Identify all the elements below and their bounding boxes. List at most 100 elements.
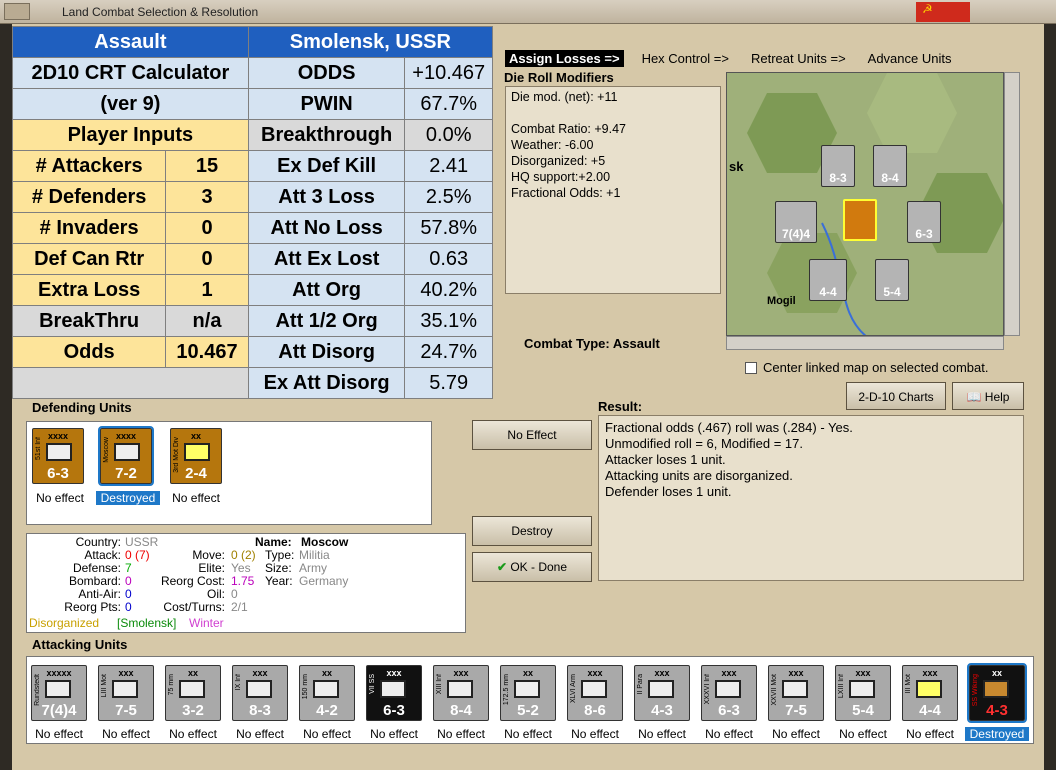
unit-type-icon [514, 680, 540, 698]
unit-name: 150 mm [302, 674, 309, 700]
calc-result-value: 2.41 [404, 150, 493, 182]
att-unit[interactable]: xx SS Wiking 4-3 [967, 663, 1027, 723]
map-unit-ix[interactable]: 8-3 [821, 145, 855, 187]
calc-result-value: 5.79 [404, 367, 493, 399]
calc-input-value[interactable]: 1 [165, 274, 249, 306]
calc-input-value[interactable]: 3 [165, 181, 249, 213]
calc-input-value[interactable]: 0 [165, 243, 249, 275]
status-location: [Smolensk] [117, 616, 177, 630]
map-unit-xiii[interactable]: 8-4 [873, 145, 907, 187]
center-map-checkbox[interactable] [745, 362, 757, 374]
reorg-pts-label: Reorg Pts: [64, 600, 121, 614]
att-unit-status: No effect [169, 727, 217, 741]
calc-result-label: Att 1/2 Org [247, 305, 406, 337]
att-unit-status: No effect [437, 727, 485, 741]
ussr-flag-icon: ☭ [916, 2, 970, 22]
unit-name: 172.5 mm [503, 674, 510, 706]
att-unit[interactable]: xxx LXIII Inf 5-4 [835, 665, 891, 721]
unit-type-icon [849, 680, 875, 698]
calc-input-value[interactable]: 15 [165, 150, 249, 182]
unit-stats: 6-3 [47, 465, 69, 482]
att-unit[interactable]: xxx LIII Mot 7-5 [98, 665, 154, 721]
map-unit-rundstedt[interactable]: 7(4)4 [775, 201, 817, 243]
att-unit[interactable]: xxx XIII Inf 8-4 [433, 665, 489, 721]
map-unit-stats: 5-4 [883, 285, 901, 299]
att-unit[interactable]: xxx XXXVI Inf 6-3 [701, 665, 757, 721]
map-unit-iii-mot[interactable]: 4-4 [809, 259, 847, 301]
att-unit[interactable]: xxxxx Rundstedt 7(4)4 [31, 665, 87, 721]
att-unit[interactable]: xx 150 mm 4-2 [299, 665, 355, 721]
die-roll-line: Combat Ratio: +9.47 [511, 122, 626, 136]
map-unit-lxiii[interactable]: 5-4 [875, 259, 909, 301]
unit-stats: 6-3 [383, 702, 405, 719]
unit-stats: 6-3 [718, 702, 740, 719]
unit-name: XIII Inf [436, 674, 443, 695]
defending-units-panel [26, 421, 432, 525]
att-unit-status: No effect [772, 727, 820, 741]
att-unit[interactable]: xxx II Para 4-3 [634, 665, 690, 721]
die-roll-panel: Die mod. (net): +11 Combat Ratio: +9.47 … [505, 86, 721, 294]
tab-retreat-units[interactable]: Retreat Units => [747, 50, 850, 67]
unit-type-icon [916, 680, 942, 698]
bombard-value: 0 [125, 574, 132, 588]
def-unit-51st[interactable]: xxxx 51st Inf 6-3 [32, 428, 84, 484]
unit-type-icon [179, 680, 205, 698]
move-label: Move: [192, 548, 225, 562]
att-unit[interactable]: xx 75 mm 3-2 [165, 665, 221, 721]
mini-map[interactable]: sk Mogil 8-3 8-4 7(4)4 6-3 4-4 5-4 [726, 72, 1004, 336]
map-unit-xxxvi[interactable]: 6-3 [907, 201, 941, 243]
calc-result-value: 24.7% [404, 336, 493, 368]
combat-explosion-icon[interactable] [843, 199, 877, 241]
map-scrollbar-h[interactable] [726, 336, 1004, 350]
no-effect-button[interactable]: No Effect [472, 420, 592, 450]
die-roll-title: Die Roll Modifiers [504, 70, 614, 85]
calc-result-value: 57.8% [404, 212, 493, 244]
calc-result-value: +10.467 [404, 57, 493, 89]
map-scrollbar-v[interactable] [1004, 72, 1020, 336]
calc-input-value[interactable]: 0 [165, 212, 249, 244]
def-unit-3rd-mot[interactable]: xx 3rd Mot Div 2-4 [170, 428, 222, 484]
att-unit[interactable]: xxx VII SS 6-3 [366, 665, 422, 721]
charts-button[interactable]: 2-D-10 Charts [846, 382, 946, 410]
map-label-mogilev: Mogil [767, 295, 796, 307]
elite-label: Elite: [198, 561, 225, 575]
unit-type-icon [246, 680, 272, 698]
unit-stats: 4-3 [651, 702, 673, 719]
calc-input-label: # Attackers [11, 150, 167, 182]
unit-name: 75 mm [168, 674, 175, 696]
map-label-smolensk: sk [729, 159, 744, 174]
die-roll-line: Fractional Odds: +1 [511, 186, 621, 200]
map-unit-stats: 8-3 [829, 171, 847, 185]
system-menu-button[interactable] [4, 3, 30, 20]
destroy-button[interactable]: Destroy [472, 516, 592, 546]
result-line: Attacker loses 1 unit. [605, 452, 726, 467]
tab-advance-units[interactable]: Advance Units [864, 50, 956, 67]
att-unit[interactable]: xx 172.5 mm 5-2 [500, 665, 556, 721]
calc-result-value: 67.7% [404, 88, 493, 120]
militia-icon [114, 443, 140, 461]
unit-name: XLVI Arm [570, 674, 577, 704]
unit-stats: 8-4 [450, 702, 472, 719]
att-unit[interactable]: xxx III Mot 4-4 [902, 665, 958, 721]
att-unit-status: No effect [303, 727, 351, 741]
att-unit-status: No effect [35, 727, 83, 741]
unit-type-icon [447, 680, 473, 698]
combat-type: Combat Type: Assault [524, 336, 660, 351]
att-unit[interactable]: xxx XXVII Mot 7-5 [768, 665, 824, 721]
unit-type-icon [782, 680, 808, 698]
tab-hex-control[interactable]: Hex Control => [638, 50, 733, 67]
calc-title-right: Smolensk, USSR [247, 26, 494, 58]
ok-done-button[interactable]: ✔ OK - Done [472, 552, 592, 582]
map-unit-stats: 4-4 [819, 285, 837, 299]
reorg-pts-value: 0 [125, 600, 132, 614]
help-button[interactable]: 📖 Help [952, 382, 1024, 410]
att-unit[interactable]: xxx XLVI Arm 8-6 [567, 665, 623, 721]
tab-assign-losses[interactable]: Assign Losses => [505, 50, 624, 67]
map-unit-stats: 6-3 [915, 227, 933, 241]
type-value: Militia [299, 548, 330, 562]
result-panel: Fractional odds (.467) roll was (.284) -… [598, 415, 1024, 581]
att-unit-status: No effect [638, 727, 686, 741]
att-unit[interactable]: xxx IX Inf 8-3 [232, 665, 288, 721]
def-unit-moscow[interactable]: xxxx Moscow 7-2 [98, 426, 154, 486]
calc-result-label: Breakthrough [247, 119, 406, 151]
